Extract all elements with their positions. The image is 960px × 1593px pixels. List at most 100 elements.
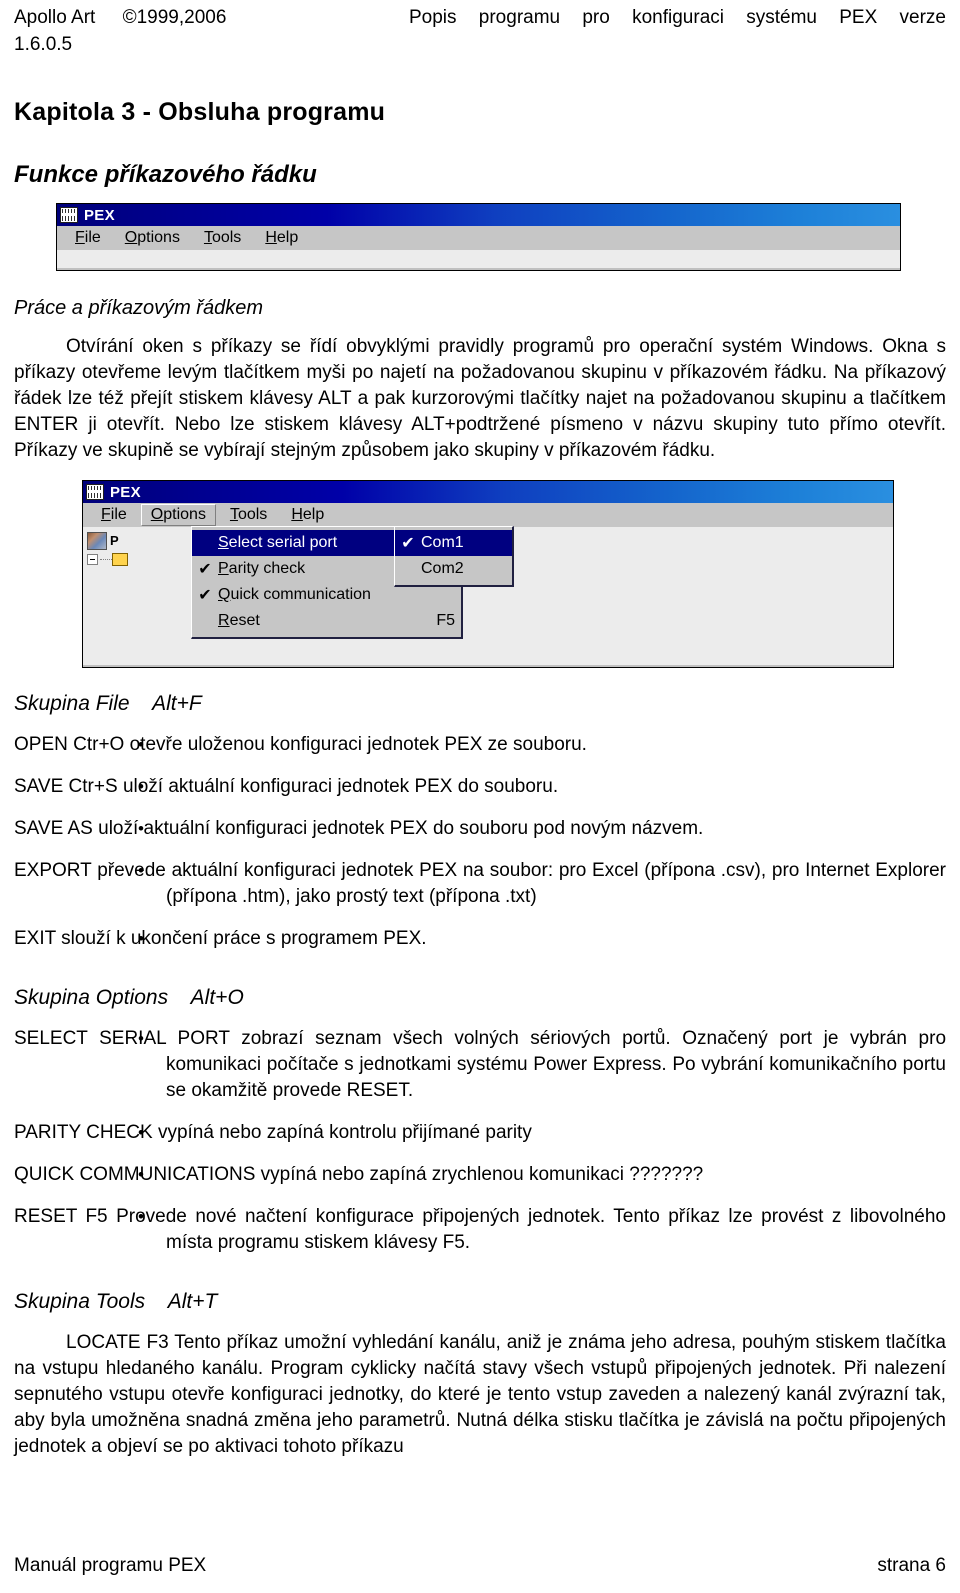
menu-options[interactable]: Options — [140, 504, 216, 526]
menu-help[interactable]: Help — [255, 227, 308, 249]
submenu-item-label: Com2 — [421, 560, 464, 577]
submenu-item-label: Com1 — [421, 534, 464, 551]
list-item: SAVE AS uloží aktuální konfiguraci jedno… — [14, 816, 946, 842]
submenu-item-checkmark: ✔ — [401, 535, 415, 552]
menu-item-reset[interactable]: Reset F5 — [192, 608, 461, 634]
pex-window-screenshot-1: PEX File Options Tools Help — [56, 203, 901, 271]
menu-file-label: ile — [110, 506, 127, 523]
list-item-desc: uloží aktuální konfiguraci jednotek PEX … — [98, 818, 704, 839]
menu-item-text: eset — [229, 612, 260, 629]
pex-app-icon — [86, 484, 104, 500]
list-item-term: RESET F5 — [14, 1206, 108, 1227]
folder-icon — [112, 553, 128, 566]
submenu-item-com2[interactable]: Com2 — [395, 556, 512, 582]
menu-item-text: elect serial port — [228, 534, 338, 551]
document-page: Apollo Art ©1999,2006 Popis programu pro… — [0, 0, 960, 1593]
list-item-desc: uloží aktuální konfiguraci jednotek PEX … — [122, 776, 559, 797]
window1-title: PEX — [84, 206, 115, 224]
chapter-title: Kapitola 3 - Obsluha programu — [14, 98, 386, 126]
menu-item-checkmark: ✔ — [198, 587, 212, 604]
group-options-heading: Skupina Options Alt+O — [14, 986, 946, 1010]
menu-item-checkmark: ✔ — [198, 561, 212, 578]
device-tree[interactable]: P — [87, 531, 128, 569]
list-item: QUICK COMMUNICATIONS vypíná nebo zapíná … — [14, 1162, 946, 1188]
window1-titlebar: PEX — [57, 204, 900, 226]
menu-item-text: uick communication — [230, 586, 371, 603]
list-item: SELECT SERIAL PORT zobrazí seznam všech … — [14, 1026, 946, 1104]
menu-item-mnemonic: Q — [218, 586, 231, 603]
window1-client-area — [57, 250, 900, 268]
menu-options-mnemonic: O — [124, 229, 138, 246]
menu-item-label: Reset — [218, 612, 408, 630]
list-item: EXPORT převede aktuální konfiguraci jedn… — [14, 858, 946, 910]
section-title: Funkce příkazového řádku — [14, 161, 317, 188]
menu-file[interactable]: File — [91, 504, 137, 526]
menu-item-mnemonic: P — [218, 560, 229, 577]
list-item-term: SELECT SERIAL PORT — [14, 1028, 230, 1049]
menu-file-mnemonic: F — [101, 506, 111, 523]
menu-tools-label: ools — [237, 506, 268, 523]
tree-connector — [100, 559, 112, 560]
group-options-shortcut: Alt+O — [190, 986, 244, 1009]
list-item: PARITY CHECK vypíná nebo zapíná kontrolu… — [14, 1120, 946, 1146]
list-item: EXIT slouží k ukončení práce s programem… — [14, 926, 946, 952]
list-item-desc: vypíná nebo zapíná zrychlenou komunikaci… — [260, 1164, 704, 1185]
menu-tools[interactable]: Tools — [194, 227, 251, 249]
group-file-shortcut: Alt+F — [152, 692, 202, 715]
menu-tools[interactable]: Tools — [220, 504, 277, 526]
menu-item-mnemonic: S — [218, 534, 229, 551]
menu-help[interactable]: Help — [281, 504, 334, 526]
list-item-desc: otevře uloženou konfiguraci jednotek PEX… — [129, 734, 587, 755]
list-item-desc: Provede nové načtení konfigurace připoje… — [116, 1206, 946, 1253]
menu-file[interactable]: File — [65, 227, 111, 249]
running-header-version: 1.6.0.5 — [14, 34, 73, 55]
tree-row[interactable] — [87, 550, 128, 569]
device-image-icon — [87, 531, 107, 550]
expander-minus-icon[interactable] — [87, 554, 98, 565]
group-options-title: Skupina Options — [14, 986, 169, 1009]
tree-row[interactable]: P — [87, 531, 128, 550]
menu-help-label: elp — [276, 229, 299, 246]
window2-title: PEX — [110, 483, 141, 501]
serial-port-submenu[interactable]: ✔ Com1 Com2 — [394, 526, 514, 587]
group-tools-shortcut: Alt+T — [167, 1290, 218, 1313]
menu-item-text: arity check — [228, 560, 306, 577]
menu-options[interactable]: Options — [115, 227, 190, 249]
group-file-heading: Skupina File Alt+F — [14, 692, 946, 716]
page-footer: Manuál programu PEX strana 6 — [14, 1555, 946, 1577]
menu-help-label: elp — [302, 506, 325, 523]
footer-left: Manuál programu PEX — [14, 1555, 207, 1576]
pex-window-screenshot-2: PEX File Options Tools Help P Select ser… — [82, 480, 894, 668]
group-file-title: Skupina File — [14, 692, 130, 715]
copyright-notice: ©1999,2006 — [122, 7, 227, 28]
list-item-term: SAVE Ctr+S — [14, 776, 118, 797]
tree-item-label: P — [110, 533, 119, 548]
list-item-term: QUICK COMMUNICATIONS — [14, 1164, 256, 1185]
running-header-title: Popis programu pro konfiguraci systému P… — [409, 7, 946, 28]
intro-paragraph: Otvírání oken s příkazy se řídí obvyklým… — [14, 336, 946, 461]
footer-page-number: strana 6 — [877, 1555, 946, 1576]
list-item-term: EXIT — [14, 928, 56, 949]
window1-menubar: File Options Tools Help — [57, 226, 900, 250]
menu-options-label: ptions — [137, 229, 180, 246]
group-file-list: OPEN Ctr+O otevře uloženou konfiguraci j… — [14, 732, 946, 952]
window2-titlebar: PEX — [83, 481, 893, 503]
window2-menubar: File Options Tools Help — [83, 503, 893, 527]
menu-item-accelerator: F5 — [436, 612, 455, 629]
list-item: RESET F5 Provede nové načtení konfigurac… — [14, 1204, 946, 1256]
menu-tools-label: ools — [211, 229, 242, 246]
list-item-desc: vypíná nebo zapíná kontrolu přijímané pa… — [157, 1122, 532, 1143]
list-item-term: EXPORT — [14, 860, 92, 881]
list-item-term: OPEN Ctr+O — [14, 734, 125, 755]
list-item-desc: převede aktuální konfiguraci jednotek PE… — [97, 860, 947, 907]
list-item-term: SAVE AS — [14, 818, 93, 839]
submenu-item-com1[interactable]: ✔ Com1 — [395, 530, 512, 556]
menu-item-label: Quick communication — [218, 586, 455, 604]
menu-options-mnemonic: O — [150, 506, 164, 523]
menu-options-label: ptions — [163, 506, 206, 523]
list-item-desc: slouží k ukončení práce s programem PEX. — [61, 928, 427, 949]
menu-file-mnemonic: F — [75, 229, 85, 246]
menu-item-mnemonic: R — [218, 612, 230, 629]
list-item-term: PARITY CHECK — [14, 1122, 153, 1143]
group-tools-heading: Skupina Tools Alt+T — [14, 1290, 946, 1314]
